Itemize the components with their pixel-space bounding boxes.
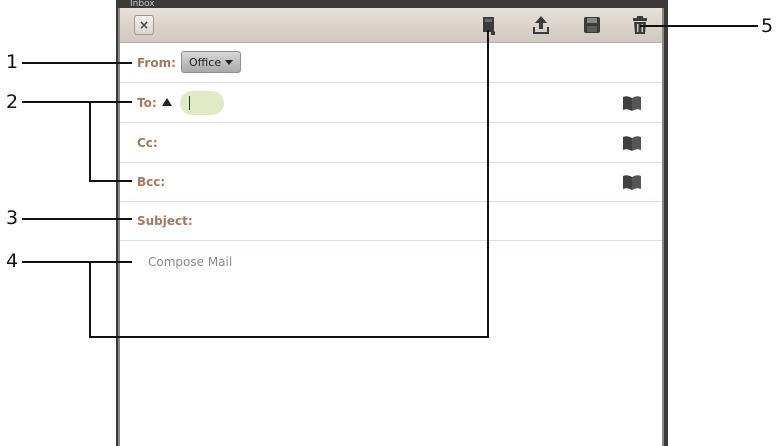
address-book-icon[interactable] <box>622 135 642 151</box>
expand-recipients-icon[interactable] <box>162 98 172 106</box>
callout-3-line <box>22 218 132 220</box>
callout-2: 2 <box>6 91 19 113</box>
callout-1: 1 <box>6 51 19 73</box>
send-button[interactable] <box>529 13 553 37</box>
callout-4: 4 <box>6 250 19 272</box>
to-row: To: <box>120 83 662 123</box>
to-label: To: <box>137 95 157 110</box>
save-draft-icon <box>584 17 600 33</box>
attachment-button[interactable] <box>477 13 501 37</box>
callout-4-riser <box>487 30 489 338</box>
account-value: Office <box>189 55 222 69</box>
subject-row[interactable]: Subject: <box>120 201 662 241</box>
callout-4-bottom <box>89 336 488 338</box>
compose-window: × From: Office To: Cc: Bcc: Subject: Com… <box>118 8 664 446</box>
callout-3: 3 <box>6 207 19 229</box>
from-label: From: <box>137 55 176 70</box>
save-draft-button[interactable] <box>580 13 604 37</box>
background-tab-label: Inbox <box>130 0 155 8</box>
cc-row: Cc: <box>120 123 662 163</box>
callout-2-bracket-bottom <box>89 180 132 182</box>
compose-body[interactable]: Compose Mail <box>148 255 232 269</box>
callout-4-bracket <box>89 261 91 337</box>
address-book-icon[interactable] <box>622 95 642 111</box>
cc-label: Cc: <box>137 135 158 150</box>
attachment-icon <box>483 17 495 35</box>
to-input[interactable] <box>180 91 224 115</box>
callout-4-line <box>22 261 132 263</box>
bcc-label: Bcc: <box>137 174 166 189</box>
address-book-icon[interactable] <box>622 174 642 190</box>
callout-2-bracket <box>89 101 91 181</box>
from-row: From: Office <box>120 43 662 83</box>
subject-label: Subject: <box>137 213 193 228</box>
callout-5-line <box>640 25 758 27</box>
text-cursor <box>189 96 190 110</box>
callout-1-line <box>22 62 132 64</box>
toolbar: × <box>120 8 662 43</box>
bcc-row: Bcc: <box>120 162 662 202</box>
close-button[interactable]: × <box>134 15 154 35</box>
chevron-down-icon <box>225 59 234 65</box>
send-icon <box>533 16 549 34</box>
callout-2-line <box>22 101 132 103</box>
account-selector[interactable]: Office <box>181 51 242 73</box>
callout-5: 5 <box>761 15 774 37</box>
